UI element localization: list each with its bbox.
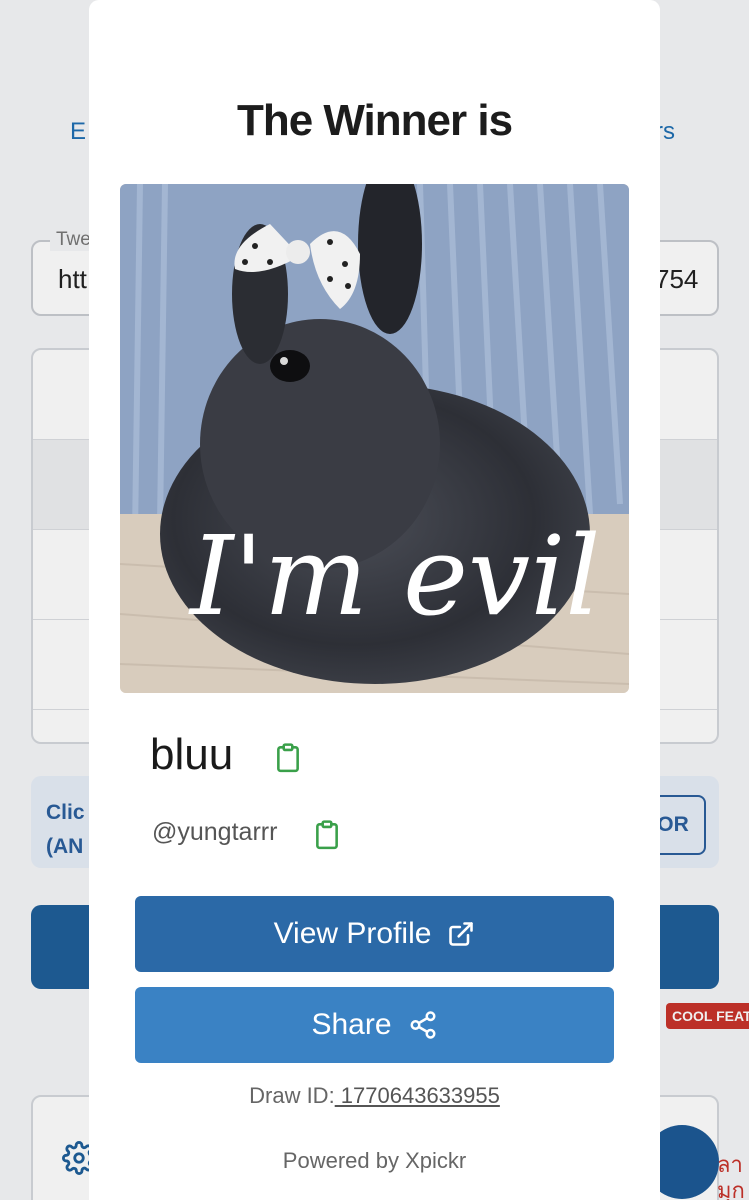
winner-handle: @yungtarrr bbox=[152, 818, 278, 846]
view-profile-button[interactable]: View Profile bbox=[135, 896, 614, 972]
powered-by[interactable]: Powered by Xpickr bbox=[89, 1148, 660, 1174]
draw-id: Draw ID: 1770643633955 bbox=[89, 1083, 660, 1109]
avatar-caption: I'm evil bbox=[188, 512, 601, 640]
winner-modal: The Winner is I'm evil bluu @yungtarrr V… bbox=[89, 0, 660, 1200]
view-profile-label: View Profile bbox=[273, 917, 432, 950]
share-label: Share bbox=[311, 1008, 392, 1041]
draw-id-label: Draw ID: bbox=[249, 1083, 335, 1108]
winner-avatar: I'm evil bbox=[120, 184, 629, 693]
modal-title: The Winner is bbox=[236, 96, 513, 145]
external-link-icon bbox=[447, 920, 475, 948]
clipboard-icon[interactable] bbox=[275, 743, 301, 778]
share-icon bbox=[408, 1010, 438, 1040]
share-button[interactable]: Share bbox=[135, 987, 614, 1063]
winner-display-name: bluu bbox=[150, 730, 234, 779]
draw-id-link[interactable]: 1770643633955 bbox=[335, 1083, 500, 1108]
clipboard-icon[interactable] bbox=[314, 820, 340, 855]
